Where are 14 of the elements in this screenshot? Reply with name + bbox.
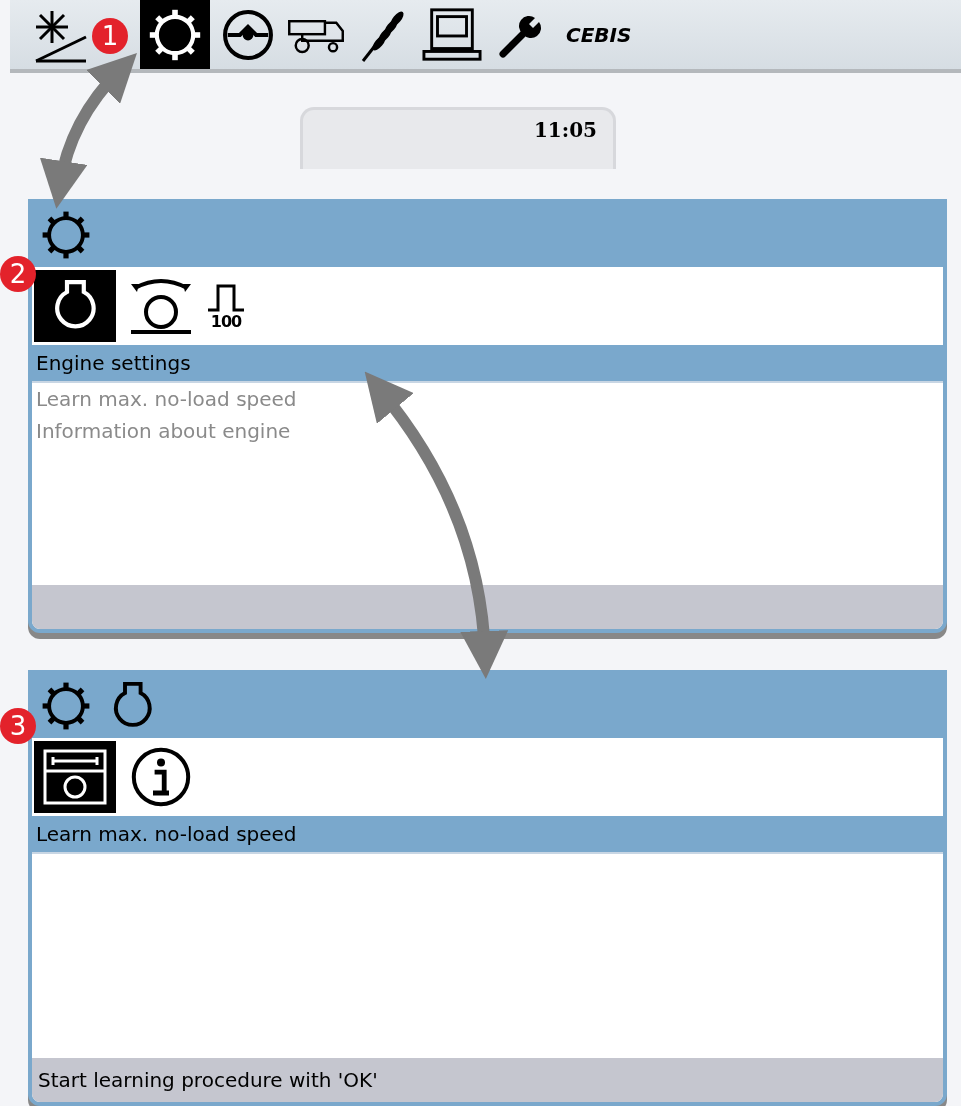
pulse-label: 100 — [210, 311, 242, 331]
submenu-tab[interactable] — [34, 270, 116, 343]
counter-display-icon — [422, 5, 482, 64]
status-text: Start learning procedure with 'OK' — [38, 1068, 378, 1092]
cebis-tab[interactable]: CEBIS — [558, 0, 640, 70]
callout-number: 3 — [0, 708, 36, 744]
steering-wheel-icon — [221, 7, 275, 62]
menu-tab[interactable] — [140, 0, 210, 70]
menu-item[interactable]: Learn max. no-load speed — [36, 387, 939, 412]
callout-number: 2 — [0, 256, 36, 292]
section-title: Learn max. no-load speed — [32, 815, 943, 852]
section-title: Engine settings — [32, 345, 943, 382]
submenu-tab[interactable] — [34, 740, 116, 813]
clock-time: 11:05 — [533, 118, 597, 143]
